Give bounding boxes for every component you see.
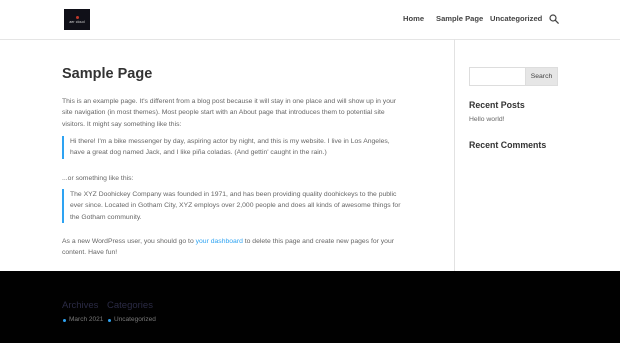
footer-archive-link[interactable]: March 2021 — [69, 316, 103, 323]
intro-line: site navigation (in most themes). Most p… — [62, 109, 385, 117]
bullet-icon — [63, 319, 66, 322]
quote-line: ever since. Located in Gotham City, XYZ … — [70, 202, 401, 210]
sidebar-search-button[interactable]: Search — [525, 67, 558, 86]
site-footer: Archives Categories March 2021 Uncategor… — [0, 271, 620, 343]
recent-posts-title: Recent Posts — [469, 100, 525, 110]
middle-line: ...or something like this: — [62, 175, 134, 182]
logo-text: aer cloud — [69, 19, 85, 24]
quote-line: Hi there! I'm a bike messenger by day, a… — [70, 138, 390, 145]
outro-line: content. Have fun! — [62, 249, 118, 257]
bullet-icon — [108, 319, 111, 322]
quote-line: have a great dog named Jack, and I like … — [70, 149, 327, 157]
dashboard-link[interactable]: your dashboard — [196, 238, 243, 245]
nav-item-uncategorized[interactable]: Uncategorized — [490, 14, 542, 23]
footer-categories-title: Categories — [107, 300, 153, 311]
blockquote-bike-messenger: Hi there! I'm a bike messenger by day, a… — [62, 136, 390, 159]
nav-item-sample-page[interactable]: Sample Page — [436, 14, 483, 23]
quote-line: The XYZ Doohickey Company was founded in… — [70, 191, 397, 198]
middle-paragraph: ...or something like this: — [62, 173, 133, 184]
blockquote-doohickey: The XYZ Doohickey Company was founded in… — [62, 189, 401, 224]
logo-mark-icon — [75, 15, 79, 19]
outro-suffix: to delete this page and create new pages… — [242, 238, 395, 245]
intro-paragraph: This is an example page. It's different … — [62, 96, 396, 130]
intro-line: visitors. It might say something like th… — [62, 120, 182, 128]
outro-paragraph: As a new WordPress user, you should go t… — [62, 236, 394, 259]
site-logo[interactable]: aer cloud — [64, 9, 90, 30]
page-title: Sample Page — [62, 66, 153, 82]
nav-item-home[interactable]: Home — [403, 14, 424, 23]
intro-line: This is an example page. It's different … — [62, 98, 397, 105]
outro-prefix: As a new WordPress user, you should go t… — [62, 238, 196, 245]
recent-comments-title: Recent Comments — [469, 140, 547, 150]
search-icon[interactable] — [549, 14, 559, 24]
recent-post-link[interactable]: Hello world! — [469, 116, 505, 123]
sidebar-search-input[interactable] — [469, 67, 526, 86]
outro-line: As a new WordPress user, you should go t… — [62, 236, 394, 247]
footer-category-link[interactable]: Uncategorized — [114, 316, 156, 323]
site-header: aer cloud Home Sample Page Uncategorized — [0, 0, 620, 39]
sidebar-divider — [454, 39, 455, 271]
footer-archives-title: Archives — [62, 300, 99, 311]
quote-line: the Gotham community. — [70, 213, 142, 221]
